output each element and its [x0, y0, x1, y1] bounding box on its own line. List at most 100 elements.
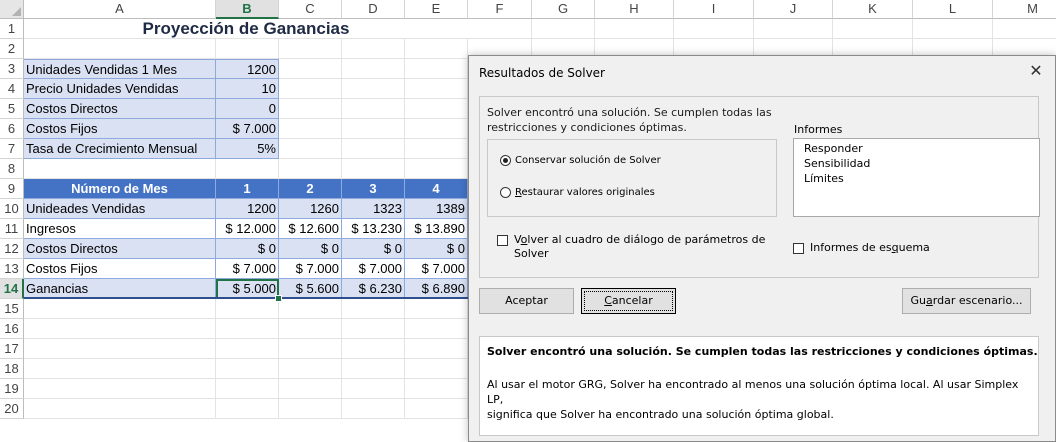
cell[interactable]: [405, 319, 468, 339]
cell[interactable]: [833, 19, 913, 39]
column-header[interactable]: E: [405, 0, 468, 19]
row-header[interactable]: 14: [0, 279, 24, 299]
cell[interactable]: [216, 379, 279, 399]
cell[interactable]: [279, 79, 342, 99]
cell[interactable]: [342, 339, 405, 359]
save-scenario-button[interactable]: Guardar escenario...: [902, 288, 1031, 314]
active-cell[interactable]: $ 5.000: [216, 279, 279, 299]
cell[interactable]: [24, 339, 216, 359]
cell[interactable]: [342, 139, 405, 159]
column-header[interactable]: I: [674, 0, 754, 19]
column-header[interactable]: G: [532, 0, 595, 19]
row-header[interactable]: 10: [0, 199, 24, 219]
cell[interactable]: [342, 159, 405, 179]
reports-listbox[interactable]: Responder Sensibilidad Límites: [793, 138, 1040, 217]
cell[interactable]: [279, 359, 342, 379]
cell[interactable]: [405, 339, 468, 359]
row-header[interactable]: 13: [0, 259, 24, 279]
table-cell[interactable]: 1323: [342, 199, 405, 219]
cell[interactable]: [279, 139, 342, 159]
table-cell[interactable]: $ 6.890: [405, 279, 468, 299]
cell[interactable]: [993, 19, 1056, 39]
cell[interactable]: [24, 379, 216, 399]
cell[interactable]: [342, 99, 405, 119]
radio-keep-solution[interactable]: Conservar solución de Solver: [500, 155, 661, 166]
input-value[interactable]: 5%: [216, 139, 279, 159]
cell[interactable]: [279, 99, 342, 119]
cell[interactable]: [24, 159, 216, 179]
column-header[interactable]: B: [216, 0, 279, 19]
row-header[interactable]: 3: [0, 59, 24, 79]
input-value[interactable]: $ 7.000: [216, 119, 279, 139]
cell[interactable]: [342, 59, 405, 79]
row-header[interactable]: 9: [0, 179, 24, 199]
cell[interactable]: [342, 379, 405, 399]
cell[interactable]: [754, 19, 833, 39]
cell[interactable]: [279, 399, 342, 419]
table-cell[interactable]: $ 0: [279, 239, 342, 259]
column-header[interactable]: M: [993, 0, 1056, 19]
outline-reports-checkbox[interactable]: Informes de esquema: [793, 241, 930, 255]
input-value[interactable]: 0: [216, 99, 279, 119]
cell[interactable]: [405, 79, 468, 99]
cell[interactable]: [405, 159, 468, 179]
column-header[interactable]: H: [595, 0, 674, 19]
cell[interactable]: [279, 39, 342, 59]
cell[interactable]: [216, 399, 279, 419]
cell[interactable]: [24, 359, 216, 379]
cell[interactable]: [216, 359, 279, 379]
row-header[interactable]: 18: [0, 359, 24, 379]
report-item[interactable]: Sensibilidad: [804, 156, 1039, 171]
cell[interactable]: [216, 319, 279, 339]
cell[interactable]: [279, 339, 342, 359]
table-cell[interactable]: $ 7.000: [216, 259, 279, 279]
column-header[interactable]: K: [833, 0, 913, 19]
row-header[interactable]: 6: [0, 119, 24, 139]
cell[interactable]: [342, 399, 405, 419]
table-cell[interactable]: $ 0: [216, 239, 279, 259]
column-header[interactable]: D: [342, 0, 405, 19]
close-icon[interactable]: ✕: [1027, 62, 1045, 80]
table-cell[interactable]: $ 0: [405, 239, 468, 259]
row-header[interactable]: 19: [0, 379, 24, 399]
radio-restore-original[interactable]: Restaurar valores originales: [500, 187, 655, 198]
column-header[interactable]: C: [279, 0, 342, 19]
cell[interactable]: [405, 379, 468, 399]
input-value[interactable]: 10: [216, 79, 279, 99]
table-cell[interactable]: $ 12.600: [279, 219, 342, 239]
row-header[interactable]: 2: [0, 39, 24, 59]
cell[interactable]: [24, 39, 216, 59]
cell[interactable]: [279, 159, 342, 179]
cell[interactable]: [674, 19, 754, 39]
cell[interactable]: [595, 19, 674, 39]
column-header[interactable]: A: [24, 0, 216, 19]
cell[interactable]: [279, 319, 342, 339]
table-cell[interactable]: $ 5.600: [279, 279, 342, 299]
cell[interactable]: [24, 299, 216, 319]
cell[interactable]: [279, 379, 342, 399]
cell[interactable]: [405, 139, 468, 159]
cell[interactable]: [913, 19, 993, 39]
input-value[interactable]: 1200: [216, 59, 279, 79]
cell[interactable]: [24, 319, 216, 339]
table-cell[interactable]: $ 13.890: [405, 219, 468, 239]
table-cell[interactable]: $ 13.230: [342, 219, 405, 239]
column-header[interactable]: J: [754, 0, 833, 19]
table-cell[interactable]: $ 0: [342, 239, 405, 259]
row-header[interactable]: 4: [0, 79, 24, 99]
cell[interactable]: [279, 299, 342, 319]
column-header[interactable]: L: [913, 0, 993, 19]
cell[interactable]: [279, 119, 342, 139]
cell[interactable]: [405, 99, 468, 119]
row-header[interactable]: 20: [0, 399, 24, 419]
cell[interactable]: [216, 159, 279, 179]
row-header[interactable]: 7: [0, 139, 24, 159]
row-header[interactable]: 16: [0, 319, 24, 339]
row-header[interactable]: 17: [0, 339, 24, 359]
report-item[interactable]: Límites: [804, 171, 1039, 186]
cell[interactable]: [342, 79, 405, 99]
table-cell[interactable]: 1200: [216, 199, 279, 219]
cell[interactable]: [342, 119, 405, 139]
table-cell[interactable]: 1260: [279, 199, 342, 219]
table-cell[interactable]: $ 7.000: [279, 259, 342, 279]
